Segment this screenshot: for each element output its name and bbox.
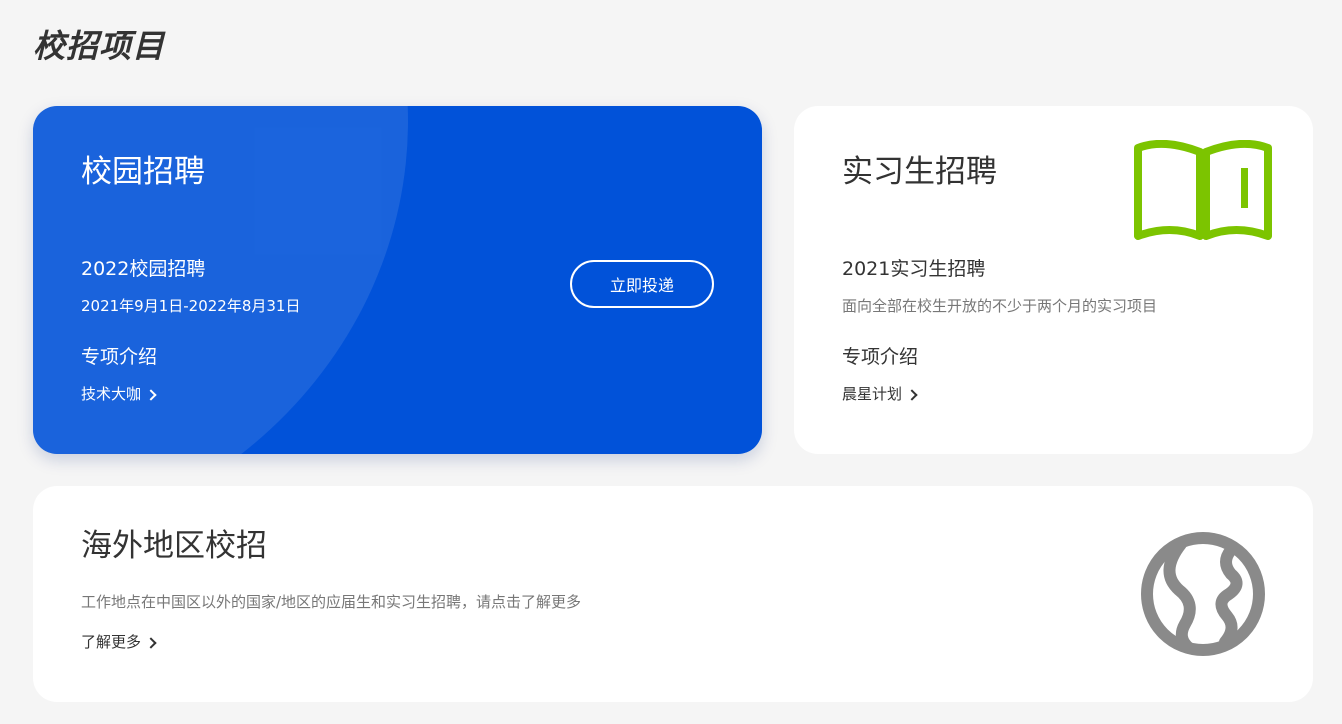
intern-recruitment-card[interactable]: 实习生招聘 2021实习生招聘 面向全部在校生开放的不少于两个月的实习项目 专项… xyxy=(794,106,1313,454)
chevron-right-icon xyxy=(145,388,157,401)
apply-now-button[interactable]: 立即投递 xyxy=(570,260,714,308)
intern-card-title: 实习生招聘 xyxy=(842,154,997,190)
chevron-right-icon xyxy=(906,388,918,401)
campus-special-heading: 专项介绍 xyxy=(81,346,158,368)
campus-recruitment-card[interactable]: 校园招聘 2022校园招聘 2021年9月1日-2022年8月31日 专项介绍 … xyxy=(33,106,762,454)
intern-program-name: 2021实习生招聘 xyxy=(842,258,986,280)
overseas-more-link-label: 了解更多 xyxy=(81,633,142,651)
intern-program-description: 面向全部在校生开放的不少于两个月的实习项目 xyxy=(842,297,1158,315)
campus-special-link-label: 技术大咖 xyxy=(81,385,142,403)
overseas-description: 工作地点在中国区以外的国家/地区的应届生和实习生招聘，请点击了解更多 xyxy=(81,593,582,611)
campus-program-dates: 2021年9月1日-2022年8月31日 xyxy=(81,297,301,315)
chevron-right-icon xyxy=(145,636,157,649)
intern-special-link[interactable]: 晨星计划 xyxy=(842,383,918,405)
overseas-card-title: 海外地区校招 xyxy=(81,528,267,564)
overseas-recruitment-card[interactable]: 海外地区校招 工作地点在中国区以外的国家/地区的应届生和实习生招聘，请点击了解更… xyxy=(33,486,1313,702)
overseas-more-link[interactable]: 了解更多 xyxy=(81,631,157,653)
open-book-icon xyxy=(1134,140,1272,240)
campus-special-link[interactable]: 技术大咖 xyxy=(81,383,157,405)
page-title: 校招项目 xyxy=(33,27,166,65)
campus-card-title: 校园招聘 xyxy=(81,154,205,190)
globe-icon xyxy=(1141,532,1265,656)
intern-special-heading: 专项介绍 xyxy=(842,346,919,368)
campus-program-name: 2022校园招聘 xyxy=(81,258,206,280)
intern-special-link-label: 晨星计划 xyxy=(842,385,903,403)
